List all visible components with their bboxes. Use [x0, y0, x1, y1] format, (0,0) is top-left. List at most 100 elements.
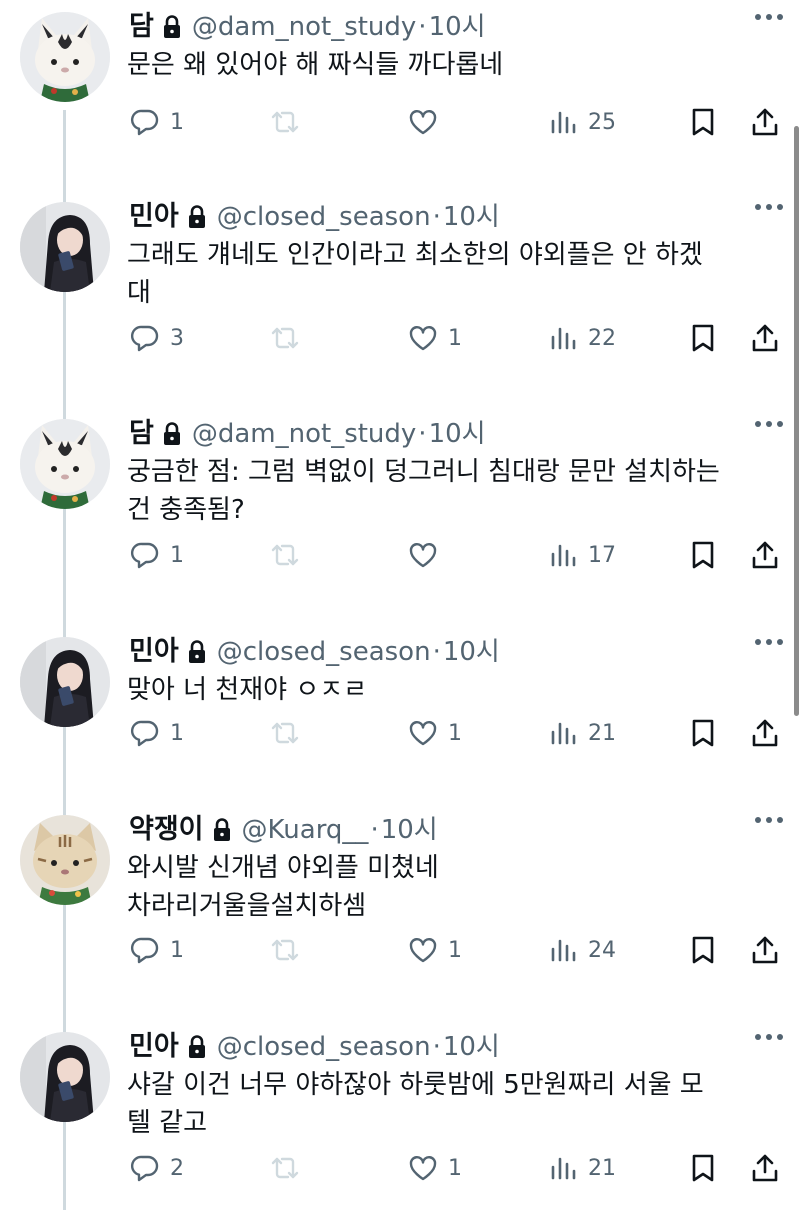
display-name[interactable]: 민아 — [129, 1030, 179, 1064]
retweet-button[interactable] — [270, 930, 310, 970]
retweet-icon — [271, 1157, 299, 1179]
views-chart-icon — [551, 939, 576, 962]
reply-count: 3 — [170, 325, 184, 351]
reply-count: 2 — [170, 1155, 184, 1181]
views-button[interactable]: 25 — [548, 102, 616, 142]
heart-icon — [409, 938, 437, 963]
tweet[interactable]: 민아 @closed_season · 10시 그래도 걔네도 인간이라고 최소… — [0, 190, 805, 390]
share-button[interactable] — [750, 318, 780, 358]
share-button[interactable] — [750, 713, 780, 753]
more-options-icon[interactable] — [755, 421, 783, 427]
user-handle[interactable]: @dam_not_study — [192, 10, 416, 44]
timestamp[interactable]: 10시 — [443, 1030, 500, 1064]
reply-button[interactable]: 1 — [130, 535, 184, 575]
user-handle[interactable]: @Kuarq__ — [242, 813, 369, 847]
reply-button[interactable]: 1 — [130, 102, 184, 142]
timestamp[interactable]: 10시 — [443, 200, 500, 234]
reply-icon — [130, 542, 159, 569]
display-name[interactable]: 담 — [129, 10, 154, 44]
like-button[interactable]: 1 — [408, 1148, 462, 1188]
views-button[interactable]: 17 — [548, 535, 616, 575]
girl-photo-avatar[interactable] — [20, 1032, 110, 1122]
timestamp[interactable]: 10시 — [381, 813, 438, 847]
bookmark-button[interactable] — [688, 1148, 718, 1188]
user-handle[interactable]: @closed_season — [217, 200, 431, 234]
separator-dot: · — [370, 815, 379, 845]
timestamp[interactable]: 10시 — [429, 10, 486, 44]
tweet[interactable]: 담 @dam_not_study · 10시 문은 왜 있어야 해 짜식들 까다… — [0, 0, 805, 200]
timestamp[interactable]: 10시 — [429, 417, 486, 451]
cat-plush-avatar[interactable] — [20, 419, 110, 509]
more-options-icon[interactable] — [755, 14, 783, 20]
separator-dot: · — [418, 419, 427, 449]
reply-icon — [130, 325, 159, 352]
share-button[interactable] — [750, 930, 780, 970]
views-chart-icon — [551, 327, 576, 350]
tweet-text: 와시발 신개념 야외플 미쳤네 차라리거울을설치하셈 — [127, 853, 439, 921]
lock-icon — [187, 1034, 207, 1060]
reply-button[interactable]: 3 — [130, 318, 184, 358]
view-count: 22 — [588, 325, 616, 351]
like-button[interactable]: 1 — [408, 713, 462, 753]
like-count: 1 — [448, 325, 462, 351]
tweet-text: 문은 왜 있어야 해 짜식들 까다롭네 — [127, 50, 504, 80]
like-button[interactable]: 1 — [408, 318, 462, 358]
bookmark-button[interactable] — [688, 535, 718, 575]
views-button[interactable]: 21 — [548, 1148, 616, 1188]
retweet-button[interactable] — [270, 1148, 310, 1188]
girl-photo-avatar[interactable] — [20, 202, 110, 292]
display-name[interactable]: 민아 — [129, 635, 179, 669]
more-options-icon[interactable] — [755, 204, 783, 210]
tweet-text: 궁금한 점: 그럼 벽없이 덩그러니 침대랑 문만 설치하는 건 충족됨? — [127, 457, 720, 525]
display-name[interactable]: 담 — [129, 417, 154, 451]
like-button[interactable]: 1 — [408, 930, 462, 970]
bookmark-button[interactable] — [688, 713, 718, 753]
share-button[interactable] — [750, 102, 780, 142]
retweet-button[interactable] — [270, 713, 310, 753]
timestamp[interactable]: 10시 — [443, 635, 500, 669]
tweet-header: 약쟁이 @Kuarq__ · 10시 — [129, 813, 438, 847]
share-button[interactable] — [750, 1148, 780, 1188]
bookmark-button[interactable] — [688, 318, 718, 358]
retweet-button[interactable] — [270, 102, 310, 142]
tweet[interactable]: 민아 @closed_season · 10시 샤갈 이건 너무 야하잖아 하룻… — [0, 1020, 805, 1220]
tweet[interactable]: 약쟁이 @Kuarq__ · 10시 와시발 신개념 야외플 미쳤네 차라리거울… — [0, 803, 805, 1003]
retweet-button[interactable] — [270, 535, 310, 575]
reply-button[interactable]: 2 — [130, 1148, 184, 1188]
more-options-icon[interactable] — [755, 817, 783, 823]
like-button[interactable] — [408, 102, 448, 142]
user-handle[interactable]: @closed_season — [217, 635, 431, 669]
share-icon — [752, 541, 778, 569]
reply-icon — [130, 720, 159, 747]
bookmark-icon — [692, 719, 714, 747]
tweet-text: 맞아 너 천재야 ㅇㅈㄹ — [127, 675, 368, 705]
action-bar: 1 1 24 — [0, 930, 805, 970]
more-options-icon[interactable] — [755, 1034, 783, 1040]
bookmark-button[interactable] — [688, 930, 718, 970]
bookmark-button[interactable] — [688, 102, 718, 142]
views-button[interactable]: 24 — [548, 930, 616, 970]
more-options-icon[interactable] — [755, 639, 783, 645]
display-name[interactable]: 약쟁이 — [129, 813, 204, 847]
cat-plush-avatar[interactable] — [20, 12, 110, 102]
reply-button[interactable]: 1 — [130, 930, 184, 970]
retweet-button[interactable] — [270, 318, 310, 358]
display-name[interactable]: 민아 — [129, 200, 179, 234]
like-button[interactable] — [408, 535, 448, 575]
tabby-plush-avatar[interactable] — [20, 815, 110, 905]
user-handle[interactable]: @dam_not_study — [192, 417, 416, 451]
heart-icon — [409, 110, 437, 135]
view-count: 25 — [588, 109, 616, 135]
share-button[interactable] — [750, 535, 780, 575]
tweet-text: 샤갈 이건 너무 야하잖아 하룻밤에 5만원짜리 서울 모 텔 같고 — [127, 1070, 704, 1138]
views-button[interactable]: 21 — [548, 713, 616, 753]
tweet[interactable]: 담 @dam_not_study · 10시 궁금한 점: 그럼 벽없이 덩그러… — [0, 407, 805, 607]
retweet-icon — [271, 939, 299, 961]
user-handle[interactable]: @closed_season — [217, 1030, 431, 1064]
tweet[interactable]: 민아 @closed_season · 10시 맞아 너 천재야 ㅇㅈㄹ 1 1 — [0, 625, 805, 825]
lock-icon — [212, 817, 232, 843]
views-chart-icon — [551, 722, 576, 745]
retweet-icon — [271, 327, 299, 349]
reply-button[interactable]: 1 — [130, 713, 184, 753]
views-button[interactable]: 22 — [548, 318, 616, 358]
